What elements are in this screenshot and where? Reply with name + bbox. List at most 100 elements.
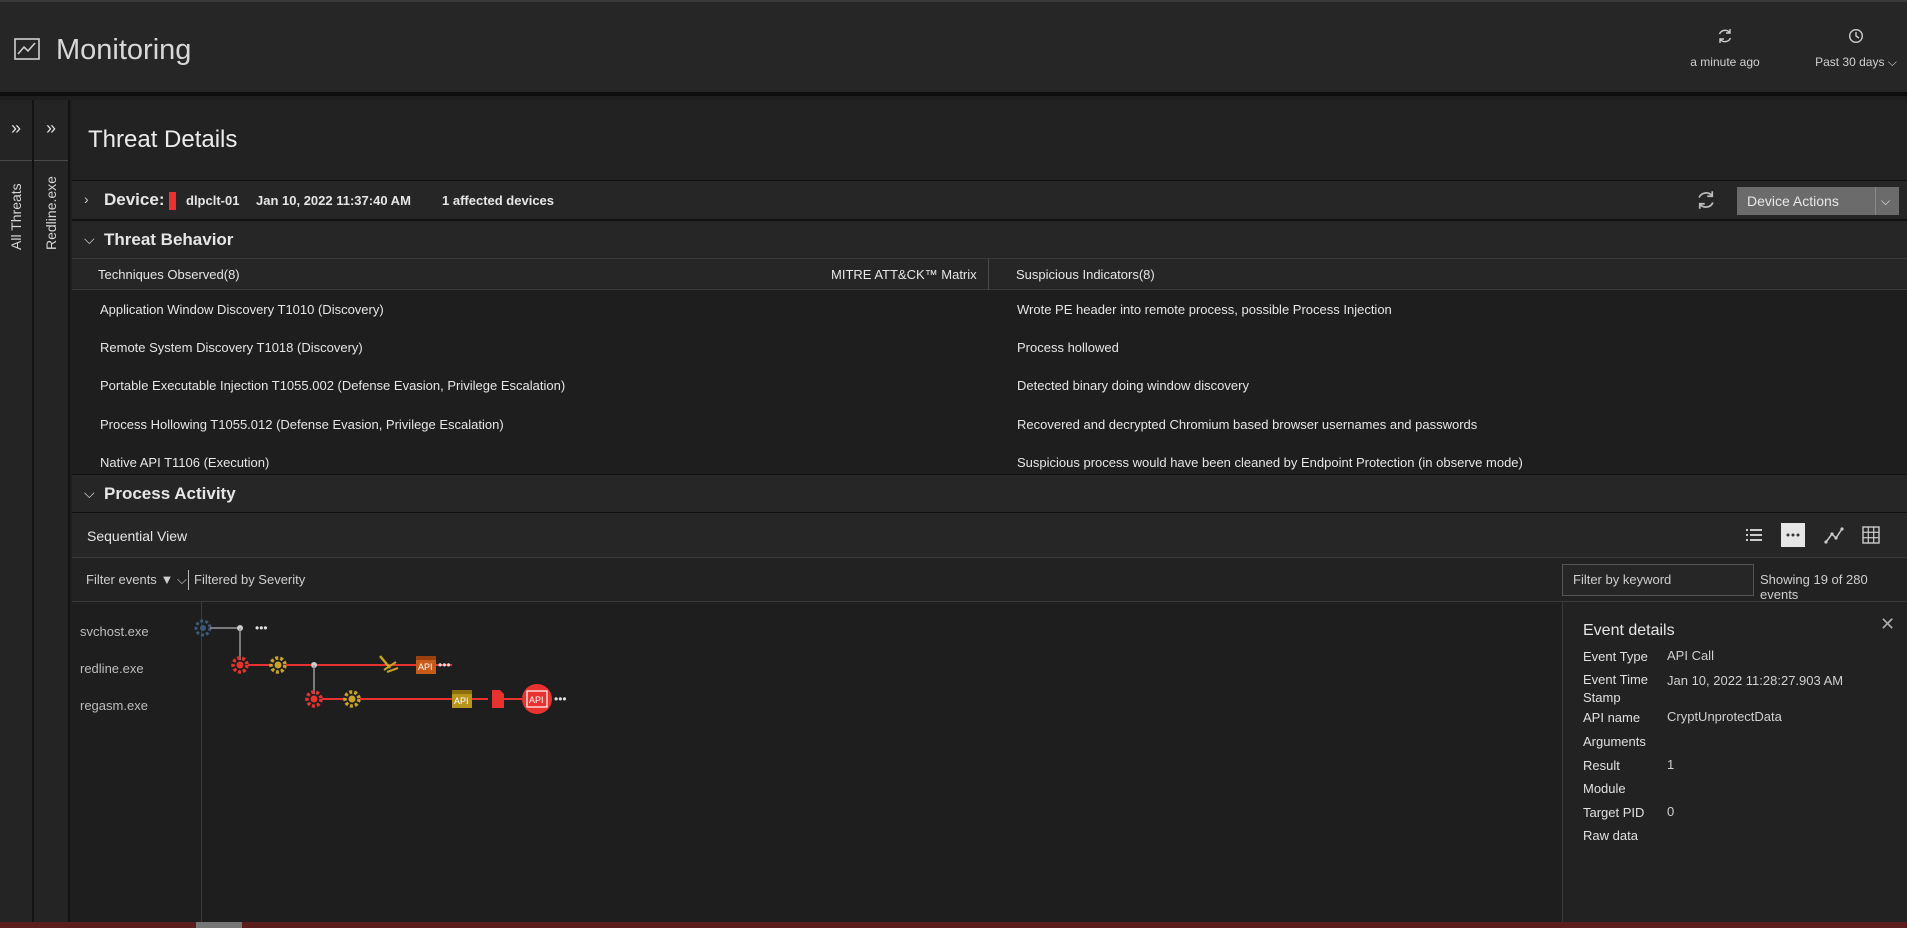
chevron-down-icon: ⌵ <box>1887 55 1897 69</box>
technique-item: Remote System Discovery T1018 (Discovery… <box>100 340 363 355</box>
time-range-label: Past 30 days <box>1815 55 1885 69</box>
filter-events-label: Filter events <box>86 572 157 587</box>
detail-key: Arguments <box>1583 734 1646 749</box>
table-row: Native API T1106 (Execution) Suspicious … <box>72 443 1907 474</box>
indicator-item: Wrote PE header into remote process, pos… <box>1017 302 1392 317</box>
grid-view-icon[interactable] <box>1859 523 1883 547</box>
technique-item: Process Hollowing T1055.012 (Defense Eva… <box>100 417 504 432</box>
all-threats-rail[interactable]: » All Threats <box>0 100 34 928</box>
gear-icon[interactable] <box>343 690 361 708</box>
chevron-down-icon: ⌵ <box>176 572 187 587</box>
device-name: dlpclt-01 <box>186 193 240 208</box>
process-activity-title: Process Activity <box>104 484 236 503</box>
refresh-icon[interactable] <box>1717 28 1733 44</box>
threat-table-body[interactable]: Application Window Discovery T1010 (Disc… <box>72 290 1907 474</box>
svg-text:API: API <box>529 695 544 705</box>
page-title: Threat Details <box>88 126 238 153</box>
device-actions-dropdown[interactable]: Device Actions ⌵ <box>1737 187 1899 215</box>
svchost-gear-icon[interactable] <box>194 619 212 637</box>
filter-events-dropdown[interactable]: Filter events ▼ ⌵ <box>86 572 187 588</box>
detail-key: Target PID <box>1583 805 1645 820</box>
detail-key: Event Time Stamp <box>1583 672 1649 705</box>
refresh-control[interactable]: a minute ago <box>1680 28 1770 69</box>
horizontal-scrollbar[interactable] <box>0 922 1907 928</box>
expand-device-chevron-icon[interactable]: › <box>84 191 89 207</box>
filter-divider <box>188 570 189 590</box>
detail-value: API Call <box>1667 648 1714 663</box>
event-count: Showing 19 of 280 events <box>1760 572 1868 602</box>
indicator-item: Process hollowed <box>1017 340 1119 355</box>
sequential-view-label: Sequential View <box>87 528 188 544</box>
api-icon[interactable]: API <box>452 690 472 708</box>
device-bar: › Device: dlpclt-01 Jan 10, 2022 11:37:4… <box>72 180 1907 220</box>
process-activity-header[interactable]: ⌵ Process Activity <box>72 474 1907 512</box>
api-icon[interactable]: API <box>416 656 436 674</box>
rail-divider <box>0 160 32 161</box>
scrollbar-thumb[interactable] <box>196 922 242 928</box>
table-row: Process Hollowing T1055.012 (Defense Eva… <box>72 405 1907 443</box>
detail-value: Jan 10, 2022 11:28:27.903 AM <box>1667 673 1844 688</box>
device-label: Device: <box>104 190 165 209</box>
expand-chevron-icon[interactable]: » <box>34 118 68 139</box>
device-actions-label: Device Actions <box>1747 193 1839 209</box>
selected-api-icon[interactable]: API <box>522 684 552 714</box>
alert-gear-icon[interactable] <box>305 690 323 708</box>
more-events-icon[interactable]: ••• <box>255 621 268 635</box>
technique-item: Portable Executable Injection T1055.002 … <box>100 378 566 393</box>
redline-rail[interactable]: » Redline.exe <box>34 100 70 928</box>
expand-chevron-icon[interactable]: » <box>0 118 32 139</box>
svg-text:API: API <box>418 662 433 672</box>
redline-label[interactable]: Redline.exe <box>43 170 59 250</box>
column-divider <box>988 259 989 291</box>
close-icon[interactable]: ✕ <box>1880 614 1895 635</box>
process-timeline[interactable]: ••• API ••• API API ••• <box>72 602 1562 928</box>
rail-divider <box>34 160 68 161</box>
last-refresh-label: a minute ago <box>1690 55 1760 69</box>
event-details-panel: Event details ✕ Event Type API Call Even… <box>1562 602 1907 928</box>
sequential-view-icon[interactable] <box>1781 523 1805 547</box>
more-events-icon[interactable]: ••• <box>554 692 567 706</box>
indicator-item: Recovered and decrypted Chromium based b… <box>1017 417 1478 432</box>
gear-icon[interactable] <box>269 656 287 674</box>
process-graph[interactable]: svchost.exe redline.exe regasm.exe ••• A… <box>72 602 1562 928</box>
mitre-matrix-link[interactable]: MITRE ATT&CK™ Matrix <box>831 267 977 282</box>
detail-key: Event Type <box>1583 649 1648 664</box>
threat-behavior-title: Threat Behavior <box>104 230 234 249</box>
severity-flag <box>169 192 176 210</box>
technique-item: Native API T1106 (Execution) <box>100 455 270 470</box>
top-bar: Monitoring a minute ago Past 30 days ⌵ <box>0 0 1907 96</box>
collapse-chevron-icon[interactable]: ⌵ <box>84 485 95 502</box>
svg-text:API: API <box>454 696 469 706</box>
indicator-item: Detected binary doing window discovery <box>1017 378 1249 393</box>
detail-value: 0 <box>1667 804 1675 819</box>
time-range-control[interactable]: Past 30 days ⌵ <box>1806 28 1906 70</box>
chevron-down-icon[interactable]: ⌵ <box>1875 187 1895 215</box>
detail-key: Module <box>1583 781 1626 796</box>
threat-behavior-header[interactable]: ⌵ Threat Behavior <box>72 220 1907 258</box>
table-row: Portable Executable Injection T1055.002 … <box>72 366 1907 404</box>
event-details-title: Event details <box>1583 622 1675 639</box>
alert-gear-icon[interactable] <box>231 656 249 674</box>
detail-value: CryptUnprotectData <box>1667 709 1782 724</box>
keyword-filter-input[interactable]: Filter by keyword <box>1562 564 1754 596</box>
table-row: Remote System Discovery T1018 (Discovery… <box>72 328 1907 366</box>
technique-item: Application Window Discovery T1010 (Disc… <box>100 302 384 317</box>
list-view-icon[interactable] <box>1742 523 1766 547</box>
filter-bar: Filter events ▼ ⌵ Filtered by Severity F… <box>72 558 1907 602</box>
all-threats-label[interactable]: All Threats <box>8 170 24 250</box>
file-icon[interactable] <box>492 690 504 708</box>
clock-icon <box>1848 28 1864 44</box>
more-events-icon[interactable]: ••• <box>438 658 451 672</box>
collapse-chevron-icon[interactable]: ⌵ <box>84 231 95 248</box>
detail-key: Raw data <box>1583 828 1638 843</box>
device-date: Jan 10, 2022 11:37:40 AM <box>256 193 411 208</box>
monitoring-chart-icon <box>14 38 40 60</box>
time-range-dropdown[interactable]: Past 30 days ⌵ <box>1806 55 1906 70</box>
filtered-by-label: Filtered by Severity <box>194 572 306 587</box>
affected-devices: 1 affected devices <box>442 193 555 208</box>
threat-table-header: Techniques Observed(8) MITRE ATT&CK™ Mat… <box>72 258 1907 291</box>
view-toolbar: Sequential View <box>72 512 1907 558</box>
refresh-icon[interactable] <box>1696 190 1716 210</box>
graph-view-icon[interactable] <box>1822 523 1846 547</box>
app-title: Monitoring <box>56 34 192 66</box>
